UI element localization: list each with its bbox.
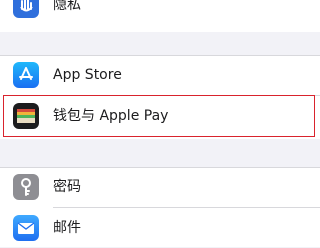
settings-group-accounts: 密码 邮件 <box>0 167 320 247</box>
key-icon <box>13 174 39 200</box>
settings-row-label: App Store <box>53 67 122 83</box>
settings-row-label: 钱包与 Apple Pay <box>53 108 169 124</box>
privacy-hand-icon <box>13 0 39 18</box>
app-store-icon <box>13 62 39 88</box>
settings-row-label: 邮件 <box>53 220 81 236</box>
settings-row-label: 密码 <box>53 179 81 195</box>
settings-row-passwords[interactable]: 密码 <box>0 167 320 207</box>
settings-row-mail[interactable]: 邮件 <box>0 208 320 248</box>
settings-row-app-store[interactable]: App Store <box>0 55 320 95</box>
wallet-icon <box>13 103 39 129</box>
settings-group-store: App Store 钱包与 Apple Pay <box>0 55 320 139</box>
mail-icon <box>13 215 39 241</box>
settings-group-privacy: 隐私 <box>0 0 320 32</box>
settings-row-label: 隐私 <box>53 0 81 13</box>
settings-row-privacy[interactable]: 隐私 <box>0 0 320 25</box>
settings-row-wallet[interactable]: 钱包与 Apple Pay <box>0 96 320 136</box>
